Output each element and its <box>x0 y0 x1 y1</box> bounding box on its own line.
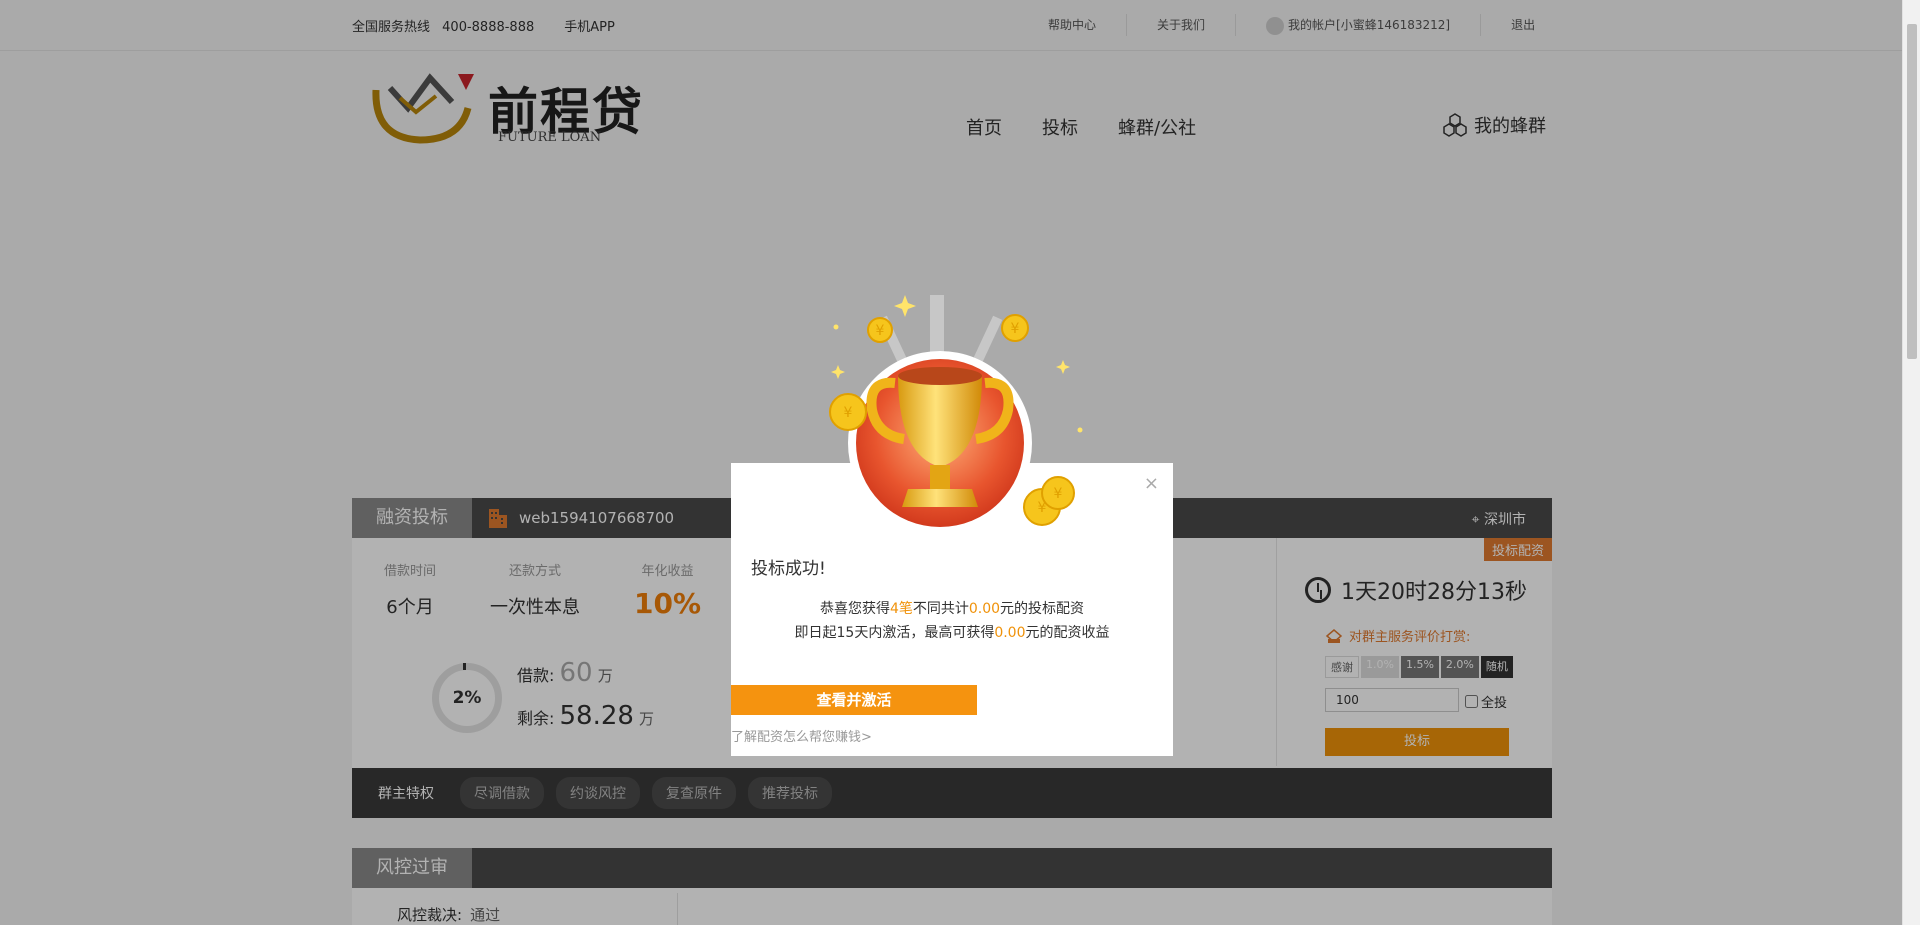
modal-message-line1: 恭喜您获得4笔不同共计0.00元的投标配资 <box>731 598 1173 618</box>
svg-text:¥: ¥ <box>1011 321 1020 337</box>
scrollbar-thumb[interactable] <box>1907 24 1917 359</box>
svg-text:¥: ¥ <box>1054 486 1063 502</box>
msg2-amount: 0.00 <box>994 625 1026 641</box>
msg1-count: 4笔 <box>889 601 913 617</box>
msg2-suffix: 元的配资收益 <box>1025 625 1110 641</box>
close-icon[interactable]: × <box>1144 473 1159 494</box>
modal-message-line2: 即日起15天内激活，最高可获得0.00元的配资收益 <box>731 622 1173 642</box>
trophy-icon: ¥ ¥ ¥ ¥ ¥ <box>829 295 1083 535</box>
svg-text:¥: ¥ <box>876 323 885 339</box>
svg-text:¥: ¥ <box>844 405 853 421</box>
msg1-amount: 0.00 <box>968 601 1001 617</box>
modal-title: 投标成功! <box>751 559 826 579</box>
msg2-prefix: 即日起15天内激活，最高可获得 <box>794 625 995 641</box>
msg1-suffix: 元的投标配资 <box>1000 601 1085 617</box>
scrollbar[interactable] <box>1902 0 1920 925</box>
view-activate-button[interactable]: 查看并激活 <box>731 685 977 715</box>
svg-text:¥: ¥ <box>1038 500 1047 516</box>
learn-more-link[interactable]: 了解配资怎么帮您赚钱> <box>731 726 872 745</box>
msg1-prefix: 恭喜您获得 <box>819 601 890 617</box>
msg1-mid: 不同共计 <box>912 601 969 617</box>
